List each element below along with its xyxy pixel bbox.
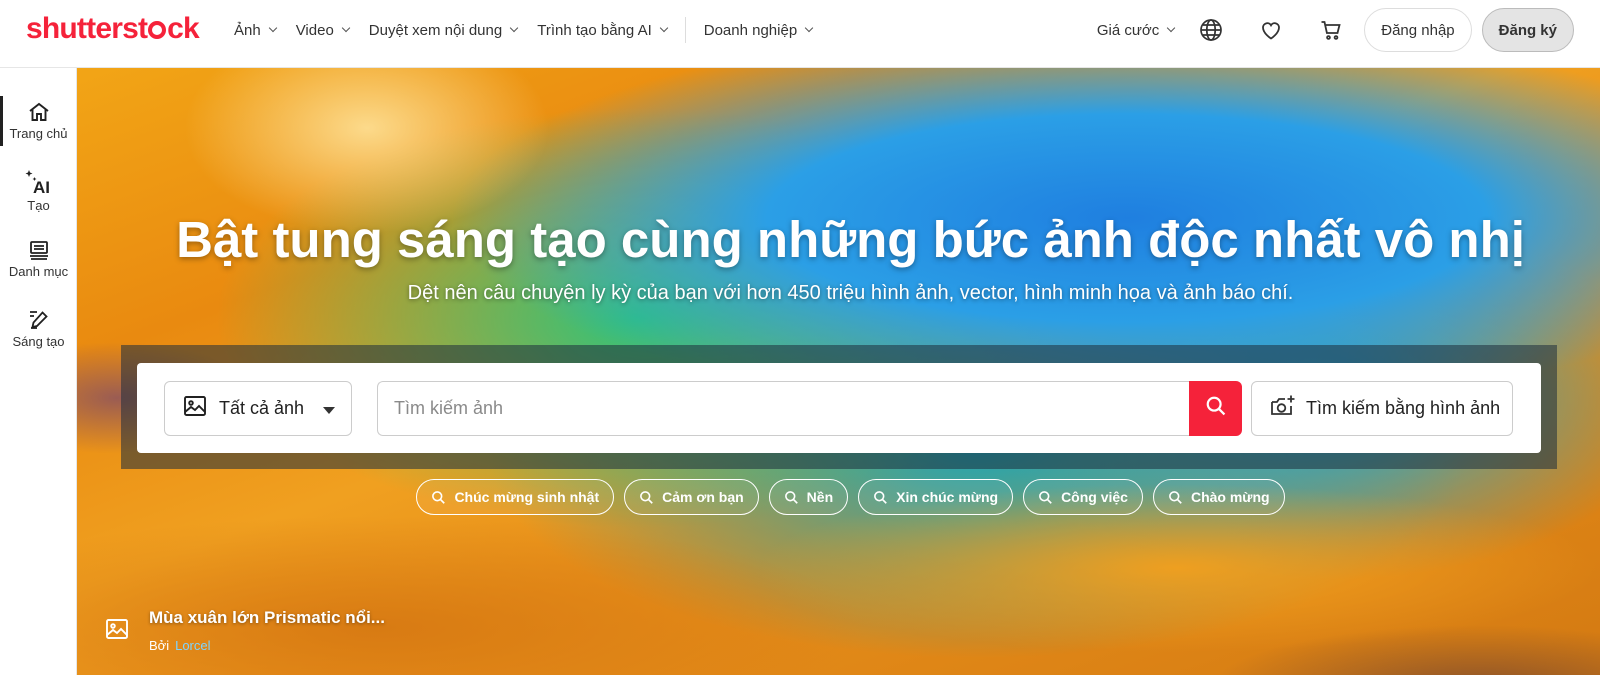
sidebar-item-catalog[interactable]: Danh mục [0,238,77,279]
chip-label: Xin chúc mừng [896,489,999,505]
byline-prefix: Bởi [149,638,170,653]
search-chip-background[interactable]: Nền [768,479,849,515]
search-chip-work[interactable]: Công việc [1023,479,1143,515]
chip-label: Nền [806,489,834,505]
hero-image-title-link[interactable]: Mùa xuân lớn Prismatic nổi... [149,608,385,628]
nav-item-photos[interactable]: Ảnh [234,21,277,39]
search-icon [640,490,653,504]
camera-plus-icon [1270,394,1296,423]
sidebar-item-home[interactable]: Trang chủ [0,100,77,141]
sidebar-item-label: Sáng tạo [12,334,65,349]
search-chip-birthday[interactable]: Chúc mừng sinh nhật [416,479,615,515]
search-icon [1039,490,1052,504]
edit-icon [0,308,77,332]
home-icon [0,100,77,124]
sidebar-item-label: Tạo [27,198,50,213]
chip-label: Công việc [1061,489,1128,505]
left-sidebar: Trang chủ AI Tạo Danh mục Sáng tạo [0,68,77,675]
nav-divider [684,17,686,43]
hero-image-byline: Bởi Lorcel [149,638,211,653]
ai-sparkle-icon: AI [0,168,77,196]
nav-item-enterprise[interactable]: Doanh nghiệp [703,21,814,39]
chip-label: Cảm ơn bạn [662,489,744,505]
image-icon [183,395,207,422]
top-navigation-bar: shutterst ck Ảnh Video Duyệt xem nội dung… [0,0,1600,68]
chevron-down-icon [509,23,519,33]
heart-icon[interactable] [1258,17,1284,43]
hero-subtitle: Dệt nên câu chuyện ly kỳ của bạn với hơn… [407,282,1294,304]
image-icon [105,618,129,645]
logo-text-start: shutterst [26,12,148,45]
suggested-searches: Chúc mừng sinh nhật Cảm ơn bạn Nền Xin c… [77,479,1600,515]
pricing-menu[interactable]: Giá cước [1096,21,1176,39]
nav-item-browse[interactable]: Duyệt xem nội dung [368,21,519,39]
chevron-down-icon [268,23,277,33]
main-nav: Ảnh Video Duyệt xem nội dung Trình tạo b… [234,0,832,60]
media-type-label: Tất cả ảnh [219,398,305,418]
cart-icon[interactable] [1318,17,1344,43]
chevron-down-icon [341,23,351,33]
chevron-down-icon [804,23,814,33]
nav-item-video[interactable]: Video [295,21,351,39]
search-box: Tất cả ảnh Tìm kiếm bằng hình ảnh [137,363,1541,453]
search-icon [432,490,446,504]
logo-text-end: ck [167,12,200,45]
search-by-image-label: Tìm kiếm bằng hình ảnh [1306,398,1501,418]
search-button[interactable] [1189,381,1242,436]
globe-icon[interactable] [1198,17,1224,43]
sidebar-item-create[interactable]: AI Tạo [0,168,77,213]
sidebar-item-studio[interactable]: Sáng tạo [0,308,77,349]
catalog-icon [0,238,77,262]
svg-text:AI: AI [33,178,50,196]
chip-label: Chào mừng [1190,489,1270,505]
nav-item-label: Video [295,21,334,39]
nav-item-label: Trình tạo bằng AI [537,21,652,39]
nav-item-label: Ảnh [234,21,261,39]
logo-o-mark [148,21,167,39]
chevron-down-icon [1166,23,1176,33]
account-nav: Giá cước Đăng nhập Đăng ký [1097,0,1600,60]
media-type-dropdown[interactable]: Tất cả ảnh [164,381,352,436]
nav-item-ai-generator[interactable]: Trình tạo bằng AI [537,21,668,39]
hero-banner: Bật tung sáng tạo cùng những bức ảnh độc… [77,68,1600,675]
search-chip-welcome[interactable]: Chào mừng [1152,479,1285,515]
search-by-image-button[interactable]: Tìm kiếm bằng hình ảnh [1251,381,1513,436]
search-icon [874,490,887,504]
chevron-down-icon [659,23,668,33]
pricing-label: Giá cước [1096,21,1160,39]
signup-button[interactable]: Đăng ký [1481,8,1574,52]
search-icon [1169,490,1182,504]
search-icon [1205,395,1227,422]
caret-down-icon [323,407,335,414]
nav-item-label: Duyệt xem nội dung [368,21,503,39]
search-chip-thank-you[interactable]: Cảm ơn bạn [624,479,759,515]
chip-label: Chúc mừng sinh nhật [454,489,600,505]
sidebar-item-label: Danh mục [8,264,69,279]
login-button[interactable]: Đăng nhập [1364,8,1472,52]
search-chip-congratulations[interactable]: Xin chúc mừng [858,479,1014,515]
shutterstock-logo[interactable]: shutterst ck [26,12,200,46]
author-link[interactable]: Lorcel [175,638,210,653]
search-input[interactable] [377,381,1189,436]
nav-item-label: Doanh nghiệp [703,21,798,39]
search-icon [784,490,798,504]
sidebar-item-label: Trang chủ [9,126,68,141]
hero-title: Bật tung sáng tạo cùng những bức ảnh độc… [176,211,1525,268]
